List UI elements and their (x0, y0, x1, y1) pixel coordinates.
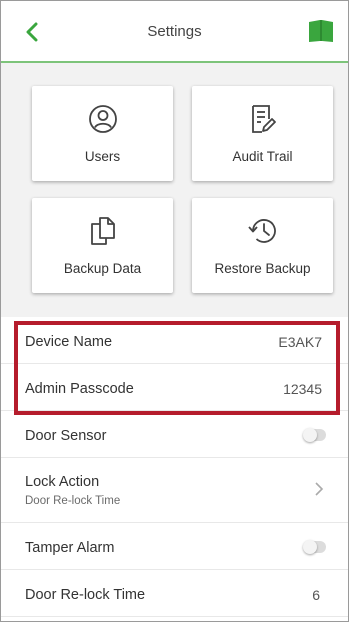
book-icon (309, 20, 333, 42)
document-edit-icon (251, 105, 276, 133)
tamper-alarm-label: Tamper Alarm (25, 540, 115, 556)
lock-action-sublabel: Door Re-lock Time (25, 495, 121, 507)
header-bar: Settings (1, 1, 348, 63)
users-card[interactable]: Users (32, 86, 173, 181)
device-name-row[interactable]: Device Name E3AK7 (1, 317, 348, 364)
door-sensor-row: Door Sensor (1, 411, 348, 458)
door-sensor-label: Door Sensor (25, 428, 107, 444)
copy-documents-icon (90, 217, 115, 245)
feature-grid: Users Audit Trail Backup Data Restore Ba… (1, 63, 348, 317)
audit-trail-label: Audit Trail (232, 149, 293, 164)
admin-passcode-row[interactable]: Admin Passcode 12345 (1, 364, 348, 411)
door-sensor-toggle[interactable] (303, 428, 326, 442)
restore-backup-label: Restore Backup (214, 261, 311, 276)
backup-data-card[interactable]: Backup Data (32, 198, 173, 293)
device-name-value: E3AK7 (278, 334, 322, 350)
device-name-label: Device Name (25, 334, 113, 350)
chevron-right-icon (315, 482, 324, 496)
admin-passcode-label: Admin Passcode (25, 381, 134, 397)
door-relock-time-label: Door Re-lock Time (25, 587, 146, 603)
admin-passcode-value: 12345 (283, 381, 322, 397)
history-clock-icon (247, 219, 276, 243)
audit-trail-card[interactable]: Audit Trail (192, 86, 333, 181)
restore-backup-card[interactable]: Restore Backup (192, 198, 333, 293)
backup-data-label: Backup Data (63, 261, 142, 276)
tamper-alarm-toggle[interactable] (303, 540, 326, 554)
users-label: Users (84, 149, 121, 164)
lock-action-label: Lock Action (25, 474, 100, 490)
lock-action-row[interactable]: Lock Action Door Re-lock Time (1, 458, 348, 523)
user-circle-icon (88, 105, 117, 133)
door-relock-time-row[interactable]: Door Re-lock Time 6 (1, 570, 348, 617)
app-frame: Settings Users Audit Trail Backup Data R… (0, 0, 349, 622)
settings-list: Device Name E3AK7 Admin Passcode 12345 D… (1, 317, 348, 617)
door-relock-time-value: 6 (312, 587, 320, 603)
manual-button[interactable] (307, 19, 335, 45)
tamper-alarm-row: Tamper Alarm (1, 523, 348, 570)
page-title: Settings (147, 23, 202, 40)
